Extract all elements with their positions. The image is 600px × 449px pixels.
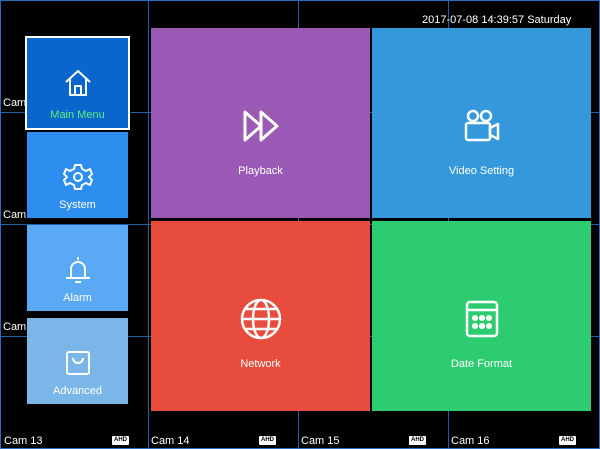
side-menu-advanced[interactable]: Advanced (27, 318, 128, 404)
bell-icon (61, 253, 95, 287)
camera-label-13: Cam 13 (4, 435, 43, 447)
tile-label: Date Format (450, 358, 513, 370)
side-menu-alarm[interactable]: Alarm (27, 225, 128, 311)
side-menu-label: Main Menu (50, 109, 105, 121)
ahd-badge: AHD (559, 436, 576, 445)
side-menu-label: Advanced (53, 385, 102, 397)
tile-date-format[interactable]: Date Format (372, 221, 591, 411)
gear-icon (61, 160, 95, 194)
camera-label: Cam (3, 97, 27, 109)
tile-playback[interactable]: Playback (151, 28, 370, 218)
side-menu-label: Alarm (63, 292, 92, 304)
datetime-display: 2017-07-08 14:39:57 Saturday (422, 14, 572, 26)
tile-label: Network (240, 358, 281, 370)
camera-label-14: Cam 14 (151, 435, 190, 447)
camera-label-15: Cam 15 (301, 435, 340, 447)
camera-label: Cam (3, 321, 27, 333)
calendar-grid-icon (460, 297, 504, 341)
fast-forward-icon (239, 104, 283, 148)
tile-label: Video Setting (448, 165, 515, 177)
video-camera-icon (460, 104, 504, 148)
bag-icon (61, 346, 95, 380)
tile-network[interactable]: Network (151, 221, 370, 411)
home-icon (61, 66, 95, 100)
side-menu-label: System (59, 199, 96, 211)
tile-label: Playback (238, 165, 283, 177)
ahd-badge: AHD (112, 436, 129, 445)
camera-label: Cam (3, 209, 27, 221)
camera-label-16: Cam 16 (451, 435, 490, 447)
ahd-badge: AHD (259, 436, 276, 445)
tile-video-setting[interactable]: Video Setting (372, 28, 591, 218)
side-menu-main-menu[interactable]: Main Menu (25, 36, 130, 130)
ahd-badge: AHD (409, 436, 426, 445)
side-menu-system[interactable]: System (27, 132, 128, 218)
globe-icon (239, 297, 283, 341)
